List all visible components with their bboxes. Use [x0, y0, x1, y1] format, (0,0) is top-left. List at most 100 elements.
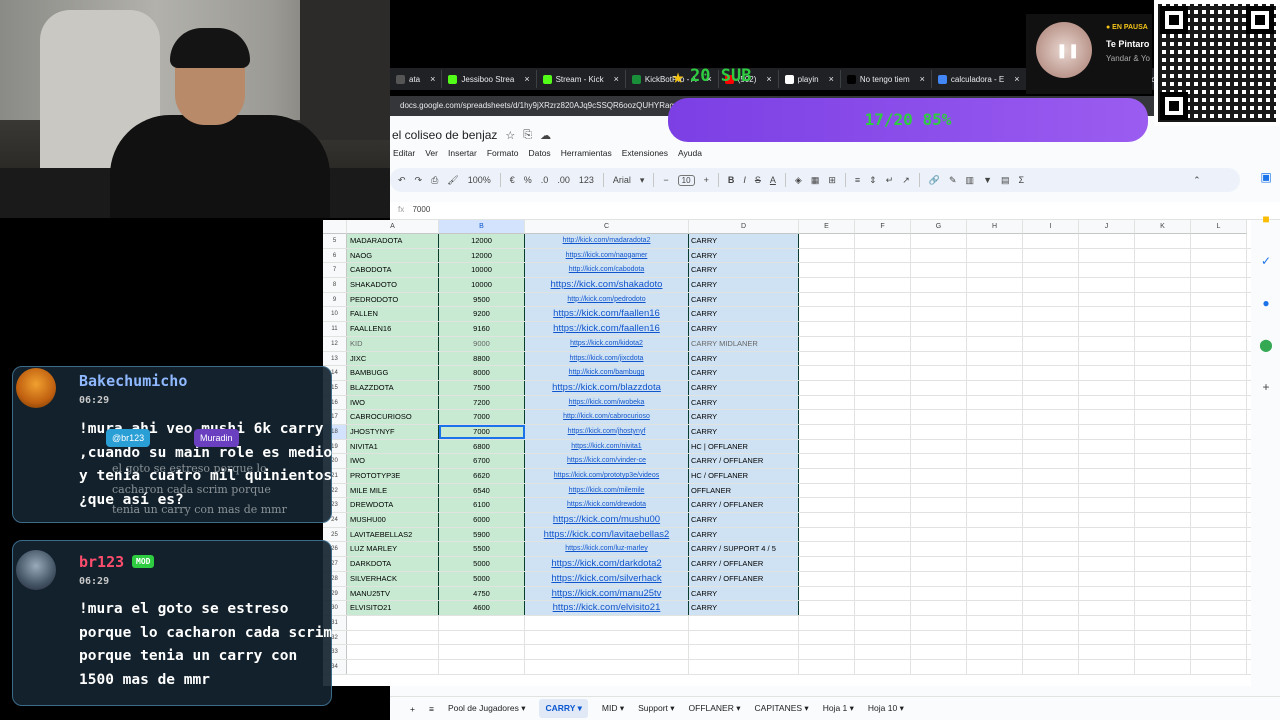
empty-cell[interactable] — [1135, 351, 1191, 366]
empty-cell[interactable] — [799, 336, 855, 351]
empty-cell[interactable] — [1079, 263, 1135, 278]
empty-cell[interactable] — [1135, 307, 1191, 322]
empty-cell[interactable] — [1023, 263, 1079, 278]
empty-cell[interactable] — [1079, 248, 1135, 263]
empty-cell[interactable] — [1023, 410, 1079, 424]
empty-cell[interactable] — [1079, 366, 1135, 380]
minus-icon[interactable]: − — [663, 175, 668, 185]
cloud-status-icon[interactable]: ☁ — [540, 129, 551, 142]
empty-cell[interactable] — [799, 645, 855, 659]
empty-cell[interactable] — [967, 557, 1023, 571]
empty-cell[interactable] — [1079, 336, 1135, 351]
menu-item[interactable]: Insertar — [448, 148, 477, 158]
empty-cell[interactable] — [799, 659, 855, 674]
row-header[interactable]: 12 — [323, 336, 347, 351]
spreadsheet-grid[interactable]: A B C D E F G H I J K L 5 MADARADOTA 12000 http://kick.… — [323, 220, 1251, 686]
column-header[interactable]: K — [1135, 220, 1191, 234]
empty-cell[interactable] — [1135, 234, 1191, 248]
empty-cell[interactable] — [1079, 586, 1135, 601]
cell-link[interactable]: http://kick.com/cabodota — [525, 263, 689, 278]
row-header[interactable]: 9 — [323, 292, 347, 307]
cell-mmr[interactable]: 9500 — [439, 292, 525, 307]
menu-item[interactable]: Ayuda — [678, 148, 702, 158]
cell-name[interactable]: MADARADOTA — [347, 234, 439, 248]
cell-name[interactable]: JIXC — [347, 351, 439, 366]
close-tab-icon[interactable]: × — [920, 74, 925, 84]
empty-cell[interactable] — [967, 586, 1023, 601]
cell-role[interactable]: CARRY — [689, 527, 799, 542]
cell-name[interactable]: IWO — [347, 454, 439, 468]
column-header[interactable]: J — [1079, 220, 1135, 234]
empty-cell[interactable] — [799, 366, 855, 380]
empty-cell[interactable] — [911, 366, 967, 380]
add-sheet-button[interactable]: + — [410, 704, 415, 714]
empty-cell[interactable] — [967, 234, 1023, 248]
align-vertical-icon[interactable]: ⇕ — [869, 175, 877, 186]
empty-cell[interactable] — [1079, 469, 1135, 483]
cell-role[interactable] — [689, 659, 799, 674]
increase-decimal-button[interactable]: .00 — [557, 175, 570, 185]
zoom-select[interactable]: 100% — [468, 175, 491, 185]
close-tab-icon[interactable]: × — [766, 74, 771, 84]
cell-role[interactable] — [689, 615, 799, 630]
empty-cell[interactable] — [911, 557, 967, 571]
empty-cell[interactable] — [799, 410, 855, 424]
fill-color-icon[interactable]: ◈ — [795, 175, 802, 186]
empty-cell[interactable] — [911, 645, 967, 659]
empty-cell[interactable] — [1023, 645, 1079, 659]
empty-cell[interactable] — [799, 307, 855, 322]
cell-link[interactable]: https://kick.com/kidota2 — [525, 336, 689, 351]
sheet-tab[interactable]: CAPITANES ▾ — [755, 703, 809, 714]
cell-name[interactable]: JHOSTYNYF — [347, 424, 439, 439]
empty-cell[interactable] — [855, 542, 911, 557]
empty-cell[interactable] — [967, 630, 1023, 645]
cell-link[interactable]: https://kick.com/jhostynyf — [525, 424, 689, 439]
empty-cell[interactable] — [1023, 557, 1079, 571]
cell-name[interactable]: LUZ MARLEY — [347, 542, 439, 557]
empty-cell[interactable] — [1079, 601, 1135, 615]
undo-icon[interactable]: ↶ — [398, 175, 406, 186]
empty-cell[interactable] — [1191, 366, 1247, 380]
empty-cell[interactable] — [855, 336, 911, 351]
empty-cell[interactable] — [855, 424, 911, 439]
empty-cell[interactable] — [1079, 630, 1135, 645]
empty-cell[interactable] — [1191, 248, 1247, 263]
cell-mmr[interactable]: 5000 — [439, 557, 525, 571]
cell-link[interactable]: https://kick.com/manu25tv — [525, 586, 689, 601]
empty-cell[interactable] — [1191, 263, 1247, 278]
menu-item[interactable]: Ver — [425, 148, 438, 158]
column-header[interactable]: F — [855, 220, 911, 234]
empty-cell[interactable] — [1079, 659, 1135, 674]
empty-cell[interactable] — [799, 351, 855, 366]
cell-link[interactable]: https://kick.com/shakadoto — [525, 278, 689, 292]
empty-cell[interactable] — [1023, 366, 1079, 380]
browser-tab[interactable]: Jessiboo Strea × — [442, 70, 537, 88]
cell-link[interactable]: https://kick.com/luz-marley — [525, 542, 689, 557]
cell-name[interactable]: MANU25TV — [347, 586, 439, 601]
merge-cells-icon[interactable]: ⊞ — [828, 175, 836, 186]
empty-cell[interactable] — [1023, 336, 1079, 351]
chevron-down-icon[interactable]: ▾ — [847, 703, 854, 713]
cell-name[interactable]: IWO — [347, 395, 439, 410]
text-wrap-icon[interactable]: ↵ — [886, 175, 894, 186]
empty-cell[interactable] — [855, 292, 911, 307]
empty-cell[interactable] — [799, 234, 855, 248]
empty-cell[interactable] — [1023, 571, 1079, 586]
empty-cell[interactable] — [967, 469, 1023, 483]
empty-cell[interactable] — [799, 395, 855, 410]
sheet-tab[interactable]: Hoja 1 ▾ — [823, 703, 854, 714]
cell-role[interactable]: CARRY — [689, 248, 799, 263]
empty-cell[interactable] — [967, 292, 1023, 307]
empty-cell[interactable] — [911, 454, 967, 468]
empty-cell[interactable] — [799, 542, 855, 557]
chevron-down-icon[interactable]: ▾ — [519, 703, 525, 713]
empty-cell[interactable] — [799, 248, 855, 263]
empty-cell[interactable] — [911, 542, 967, 557]
empty-cell[interactable] — [1135, 380, 1191, 395]
cell-name[interactable]: MUSHU00 — [347, 513, 439, 527]
empty-cell[interactable] — [967, 571, 1023, 586]
empty-cell[interactable] — [855, 557, 911, 571]
cell-role[interactable]: CARRY / OFFLANER — [689, 498, 799, 513]
cell-link[interactable]: https://kick.com/jixcdota — [525, 351, 689, 366]
cell-role[interactable]: CARRY — [689, 410, 799, 424]
